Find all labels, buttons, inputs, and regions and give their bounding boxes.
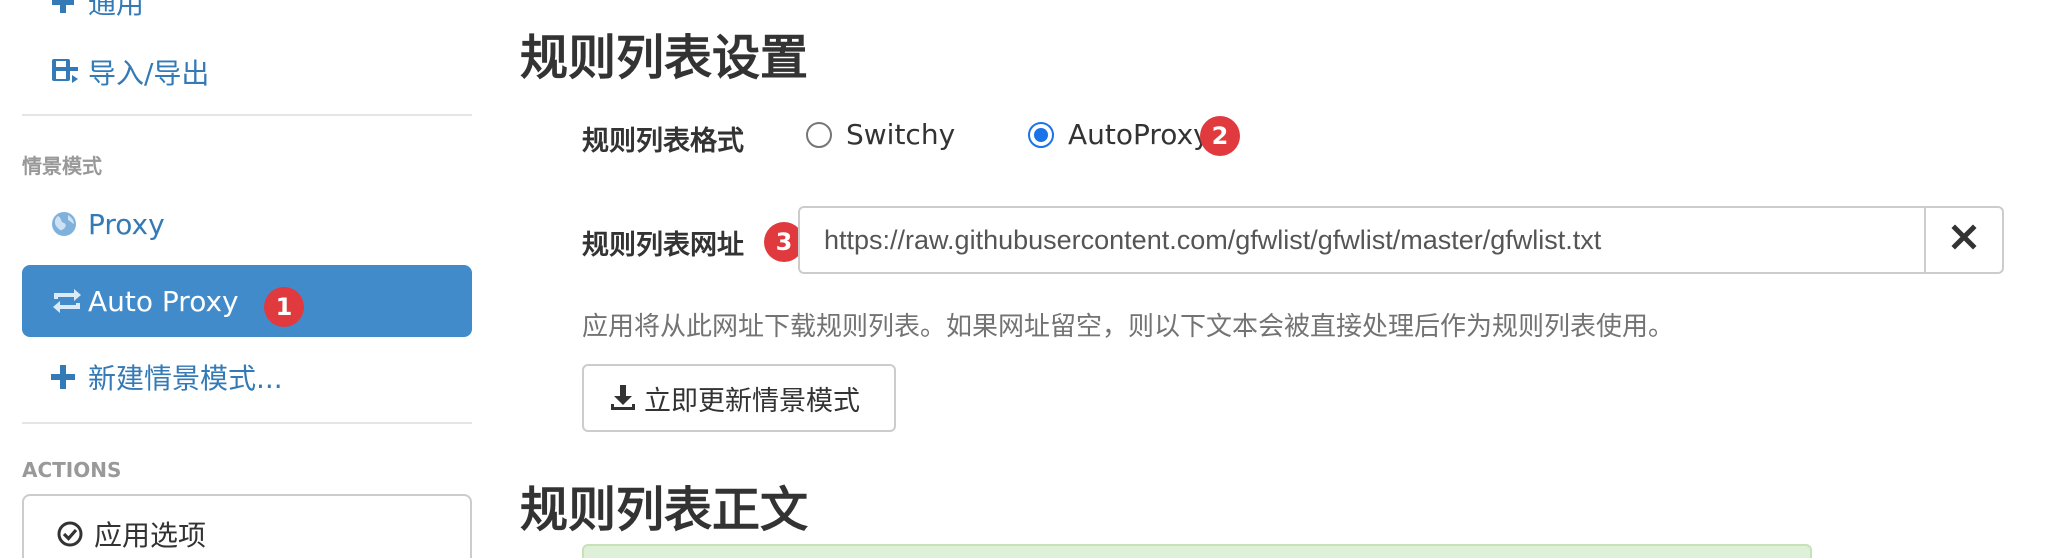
divider bbox=[22, 114, 472, 116]
main-content: 规则列表设置 规则列表格式 Switchy AutoProxy 2 规则列表网址… bbox=[520, 0, 2048, 558]
plus-icon bbox=[50, 364, 84, 390]
apply-options-button[interactable]: 应用选项 bbox=[22, 494, 472, 558]
format-option-switchy[interactable]: Switchy bbox=[806, 118, 955, 151]
url-help-text: 应用将从此网址下载规则列表。如果网址留空，则以下文本会被直接处理后作为规则列表使… bbox=[582, 312, 1675, 342]
sidebar: 通用 导入/导出 情景模式 Proxy Auto Proxy 1 新建情景模式.… bbox=[0, 0, 490, 558]
update-profile-label: 立即更新情景模式 bbox=[644, 385, 860, 417]
globe-icon bbox=[50, 210, 84, 238]
sidebar-item-auto-proxy[interactable]: Auto Proxy 1 bbox=[22, 265, 472, 337]
step-badge-2: 2 bbox=[1200, 116, 1240, 156]
radio-switchy[interactable] bbox=[806, 121, 832, 148]
retweet-icon bbox=[50, 287, 84, 315]
rule-list-url-group bbox=[798, 206, 2004, 274]
floppy-transfer-icon bbox=[50, 57, 84, 87]
remove-icon bbox=[1951, 223, 1977, 258]
rule-list-settings-title: 规则列表设置 bbox=[520, 30, 809, 86]
clear-url-button[interactable] bbox=[1924, 206, 2004, 274]
sidebar-item-label: Proxy bbox=[88, 207, 165, 241]
rule-list-format-label: 规则列表格式 bbox=[582, 126, 744, 157]
sidebar-item-new-profile[interactable]: 新建情景模式... bbox=[22, 341, 472, 413]
section-heading-actions: ACTIONS bbox=[22, 458, 122, 482]
rule-list-textarea[interactable] bbox=[582, 544, 1812, 558]
format-option-label: AutoProxy bbox=[1068, 118, 1210, 151]
sidebar-item-label: Auto Proxy bbox=[88, 284, 239, 318]
sidebar-item-label: 通用 bbox=[88, 0, 145, 20]
check-circle-icon bbox=[56, 520, 84, 548]
sidebar-item-import-export[interactable]: 导入/导出 bbox=[22, 36, 472, 108]
rule-list-url-input[interactable] bbox=[798, 206, 1924, 274]
download-icon bbox=[610, 384, 636, 412]
sidebar-item-general[interactable]: 通用 bbox=[22, 0, 472, 38]
rule-list-text-title: 规则列表正文 bbox=[520, 482, 809, 538]
divider bbox=[22, 422, 472, 424]
section-heading-profiles: 情景模式 bbox=[22, 154, 102, 178]
step-badge-1: 1 bbox=[264, 287, 304, 327]
rule-list-url-label: 规则列表网址 bbox=[582, 230, 744, 261]
format-option-autoproxy[interactable]: AutoProxy bbox=[1028, 118, 1210, 151]
format-option-label: Switchy bbox=[846, 118, 956, 151]
sidebar-item-label: 导入/导出 bbox=[88, 57, 210, 90]
apply-options-label: 应用选项 bbox=[94, 519, 207, 552]
radio-autoproxy[interactable] bbox=[1028, 121, 1054, 148]
sidebar-item-label: 新建情景模式... bbox=[88, 362, 283, 395]
sidebar-item-proxy[interactable]: Proxy bbox=[22, 188, 472, 260]
wrench-icon bbox=[50, 0, 84, 15]
update-profile-button[interactable]: 立即更新情景模式 bbox=[582, 364, 896, 432]
